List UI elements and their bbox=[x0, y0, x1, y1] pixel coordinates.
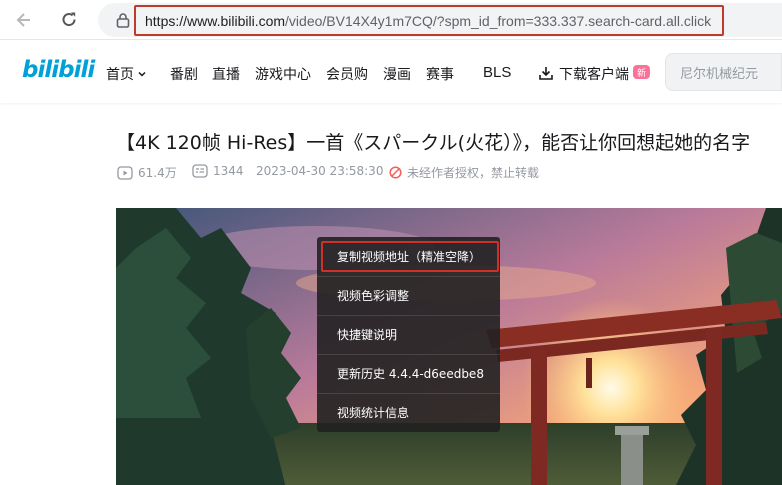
browser-toolbar: https://www.bilibili.com/video/BV14X4y1m… bbox=[0, 0, 782, 40]
chevron-down-icon bbox=[137, 67, 147, 83]
play-count-icon bbox=[117, 165, 133, 180]
nav-game-center[interactable]: 游戏中心 bbox=[255, 64, 311, 84]
menu-video-stats[interactable]: 视频统计信息 bbox=[317, 393, 500, 432]
danmaku-count-value: 1344 bbox=[213, 164, 244, 178]
url-path: /video/BV14X4y1m7CQ/?spm_id_from=333.337… bbox=[285, 12, 712, 29]
video-title: 【4K 120帧 Hi-Res】一首《スパークル(火花）》，能否让你回想起她的名… bbox=[116, 132, 751, 154]
nav-anime[interactable]: 番剧 bbox=[170, 64, 198, 84]
danmaku-icon bbox=[192, 164, 208, 178]
copyright-notice: 未经作者授权，禁止转载 bbox=[389, 164, 539, 181]
site-header: bilibili 首页 番剧 直播 游戏中心 会员购 漫画 赛事 BLS 下载客… bbox=[0, 41, 782, 103]
publish-date: 2023-04-30 23:58:30 bbox=[256, 164, 384, 178]
danmaku-count: 1344 bbox=[192, 164, 244, 178]
url-text[interactable]: https://www.bilibili.com/video/BV14X4y1m… bbox=[134, 5, 724, 36]
view-count-value: 61.4万 bbox=[138, 166, 177, 180]
download-client-link[interactable]: 下载客户端 bbox=[559, 64, 629, 84]
nav-mall[interactable]: 会员购 bbox=[326, 64, 368, 84]
menu-color-adjust[interactable]: 视频色彩调整 bbox=[317, 276, 500, 315]
new-badge: 新 bbox=[633, 65, 650, 79]
nav-bls[interactable]: BLS bbox=[483, 64, 511, 81]
view-count: 61.4万 bbox=[117, 164, 177, 181]
nav-home[interactable]: 首页 bbox=[106, 64, 147, 84]
nav-esports[interactable]: 赛事 bbox=[426, 64, 454, 84]
menu-update-history[interactable]: 更新历史 4.4.4-d6eedbe8 bbox=[317, 354, 500, 393]
forbidden-icon bbox=[389, 166, 402, 179]
url-host: https://www.bilibili.com bbox=[145, 12, 286, 29]
menu-shortcuts[interactable]: 快捷键说明 bbox=[317, 315, 500, 354]
reload-icon[interactable] bbox=[57, 8, 81, 32]
copyright-text: 未经作者授权，禁止转载 bbox=[407, 166, 540, 180]
nav-home-label: 首页 bbox=[106, 67, 134, 83]
search-input[interactable]: 尼尔机械纪元 bbox=[665, 53, 782, 91]
download-icon[interactable] bbox=[538, 65, 554, 81]
bilibili-logo[interactable]: bilibili bbox=[22, 57, 95, 83]
nav-live[interactable]: 直播 bbox=[212, 64, 240, 84]
lock-icon[interactable] bbox=[116, 12, 130, 28]
highlight-box bbox=[321, 241, 499, 272]
nav-manga[interactable]: 漫画 bbox=[383, 64, 411, 84]
back-arrow-icon[interactable] bbox=[12, 8, 36, 32]
